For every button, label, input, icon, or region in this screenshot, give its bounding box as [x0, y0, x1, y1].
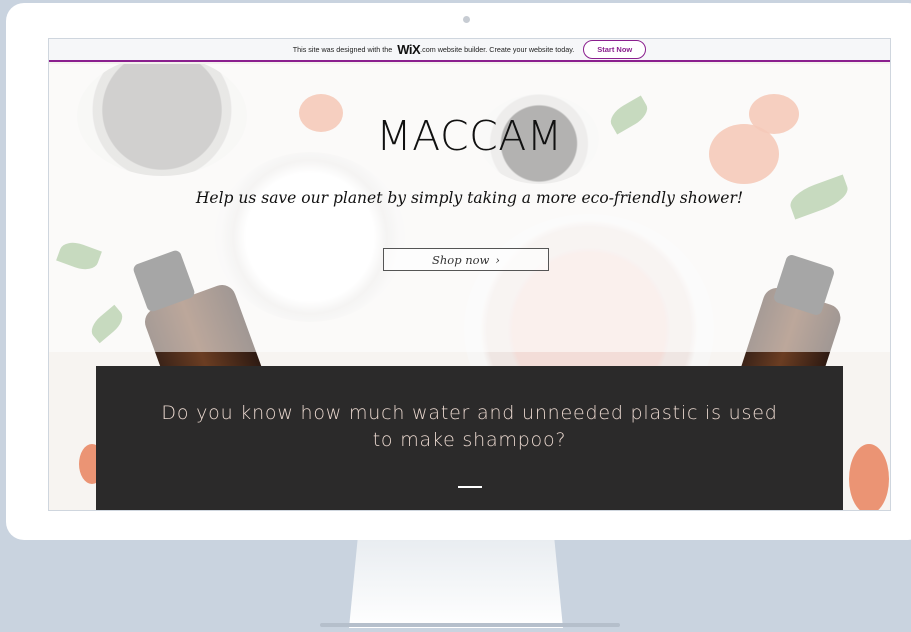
wix-logo[interactable]: WiX — [397, 42, 420, 57]
hero-overlay — [49, 64, 890, 352]
webcam-dot — [463, 16, 470, 23]
browser-screen: This site was designed with the WiX .com… — [48, 38, 891, 511]
chevron-right-icon: › — [495, 252, 500, 267]
shop-now-button[interactable]: Shop now › — [383, 248, 549, 271]
monitor-frame: This site was designed with the WiX .com… — [6, 3, 911, 540]
hero-section: MACCAM Help us save our planet by simply… — [49, 64, 890, 510]
banner-text-before: This site was designed with the — [292, 45, 393, 54]
divider — [458, 486, 482, 488]
flower-decoration — [849, 444, 889, 510]
shop-now-label: Shop now — [431, 252, 490, 267]
info-heading: Do you know how much water and unneeded … — [161, 402, 778, 451]
start-now-button[interactable]: Start Now — [583, 40, 647, 59]
banner-text-after: .com website builder. Create your websit… — [420, 45, 575, 54]
stand-base — [320, 623, 620, 627]
wix-promo-banner: This site was designed with the WiX .com… — [49, 39, 890, 62]
info-panel: Do you know how much water and unneeded … — [96, 366, 843, 510]
site-title: MACCAM — [376, 112, 563, 160]
hero-tagline: Help us save our planet by simply taking… — [195, 189, 744, 207]
monitor-stand — [349, 540, 563, 628]
